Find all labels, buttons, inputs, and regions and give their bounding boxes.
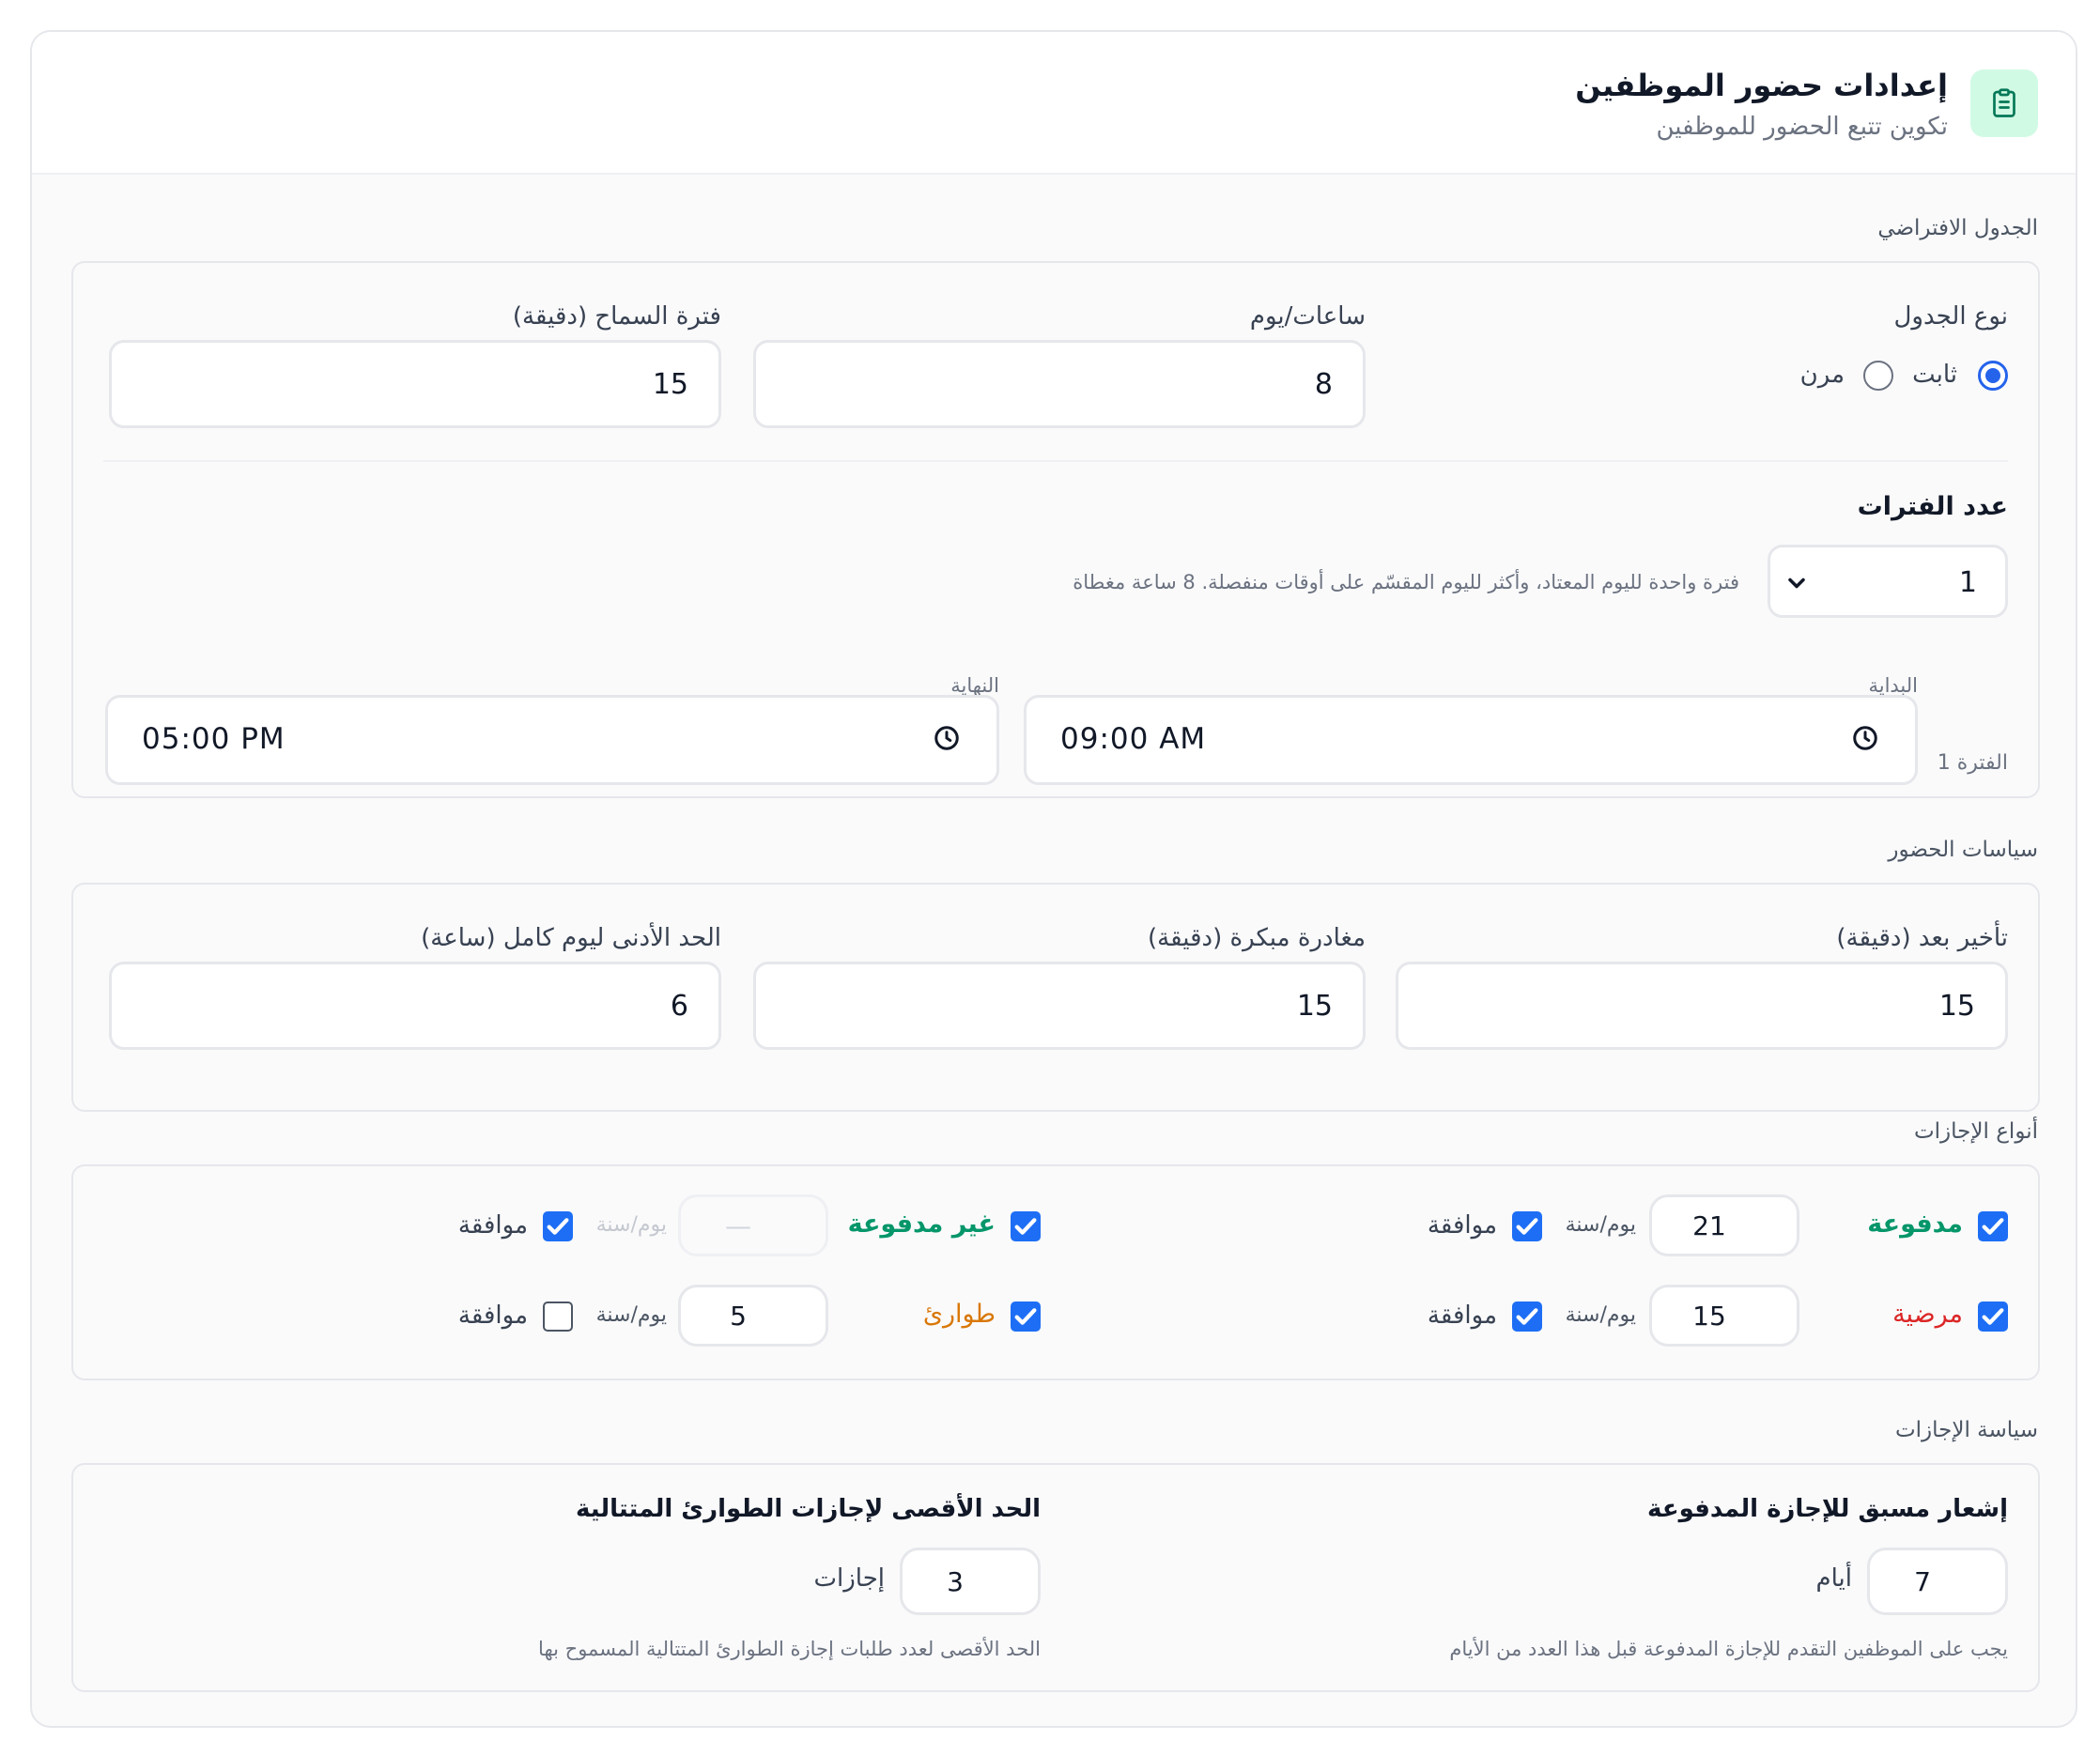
- attendance-policies-panel: تأخير بعد (دقيقة) 15 مغادرة مبكرة (دقيقة…: [71, 883, 2040, 1112]
- attendance-settings-card: إعدادات حضور الموظفين تكوين تتبع الحضور …: [30, 30, 2077, 1728]
- leave-type-unpaid-label: غير مدفوعة: [847, 1209, 996, 1239]
- unpaid-approval-checkbox[interactable]: [543, 1211, 573, 1241]
- max-emergency-input[interactable]: 3: [900, 1548, 1041, 1615]
- radio-fixed-label[interactable]: ثابت: [1912, 361, 1957, 389]
- emergency-enabled-checkbox[interactable]: [1011, 1302, 1041, 1332]
- shifts-count-value: 1: [1958, 566, 1977, 599]
- radio-flexible[interactable]: [1863, 361, 1893, 391]
- late-after-label: تأخير بعد (دقيقة): [1836, 924, 2008, 952]
- max-emergency-unit: إجازات: [813, 1564, 885, 1593]
- clock-icon: [933, 724, 961, 752]
- grace-period-label: فترة السماح (دقيقة): [512, 302, 721, 331]
- emergency-days-input[interactable]: 5: [678, 1285, 828, 1347]
- clock-icon: [1851, 724, 1879, 752]
- max-emergency-hint: الحد الأقصى لعدد طلبات إجازة الطوارئ الم…: [538, 1638, 1041, 1660]
- unpaid-approval-label: موافقة: [457, 1211, 528, 1240]
- sick-unit: يوم/سنة: [1565, 1303, 1636, 1327]
- paid-days-input[interactable]: 21: [1649, 1194, 1799, 1256]
- paid-enabled-checkbox[interactable]: [1978, 1211, 2008, 1241]
- section-title-leave-policy: سياسة الإجازات: [1894, 1418, 2038, 1442]
- advance-notice-hint: يجب على الموظفين التقدم للإجازة المدفوعة…: [1449, 1638, 2008, 1660]
- min-full-day-input[interactable]: 6: [109, 962, 721, 1050]
- paid-approval-checkbox[interactable]: [1512, 1211, 1542, 1241]
- section-title-attendance-policies: سياسات الحضور: [1888, 838, 2038, 862]
- shift-1-label: الفترة 1: [1937, 751, 2008, 775]
- default-schedule-panel: نوع الجدول ثابت مرن ساعات/يوم 8 فترة الس…: [71, 261, 2040, 798]
- shifts-count-label: عدد الفترات: [1857, 492, 2008, 521]
- paid-unit: يوم/سنة: [1565, 1213, 1636, 1237]
- section-title-leave-types: أنواع الإجازات: [1914, 1119, 2038, 1144]
- emergency-approval-label: موافقة: [457, 1302, 528, 1330]
- page-subtitle: تكوين تتبع الحضور للموظفين: [1656, 113, 1948, 141]
- sick-approval-label: موافقة: [1427, 1302, 1497, 1330]
- paid-approval-label: موافقة: [1427, 1211, 1497, 1240]
- unpaid-enabled-checkbox[interactable]: [1011, 1211, 1041, 1241]
- radio-fixed[interactable]: [1978, 361, 2008, 391]
- divider: [103, 460, 2008, 462]
- shifts-count-select[interactable]: 1: [1768, 545, 2008, 618]
- advance-notice-input[interactable]: 7: [1867, 1548, 2008, 1615]
- unpaid-unit: يوم/سنة: [595, 1213, 667, 1237]
- hours-per-day-input[interactable]: 8: [753, 340, 1366, 428]
- unpaid-days-input[interactable]: —: [678, 1194, 828, 1256]
- sick-approval-checkbox[interactable]: [1512, 1302, 1542, 1332]
- start-time-input[interactable]: 09:00 AM: [1024, 695, 1918, 785]
- clipboard-list-icon: [1970, 69, 2038, 137]
- chevron-down-icon: [1783, 570, 1810, 604]
- start-label: البداية: [1868, 674, 1918, 697]
- section-title-default-schedule: الجدول الافتراضي: [1877, 216, 2038, 240]
- grace-period-input[interactable]: 15: [109, 340, 721, 428]
- end-label: النهاية: [950, 674, 999, 697]
- leave-type-paid-label: مدفوعة: [1867, 1209, 1963, 1239]
- leave-types-panel: مدفوعة 21 يوم/سنة موافقة غير مدفوعة — يو…: [71, 1164, 2040, 1380]
- early-leave-input[interactable]: 15: [753, 962, 1366, 1050]
- start-time-value: 09:00 AM: [1060, 722, 1207, 756]
- leave-type-emergency-label: طوارئ: [922, 1300, 996, 1329]
- late-after-input[interactable]: 15: [1396, 962, 2008, 1050]
- min-full-day-label: الحد الأدنى ليوم كامل (ساعة): [421, 924, 721, 952]
- leave-policy-panel: إشعار مسبق للإجازة المدفوعة 7 أيام يجب ع…: [71, 1463, 2040, 1692]
- sick-enabled-checkbox[interactable]: [1978, 1302, 2008, 1332]
- end-time-value: 05:00 PM: [142, 722, 286, 756]
- card-header: إعدادات حضور الموظفين تكوين تتبع الحضور …: [32, 32, 2076, 175]
- schedule-type-label: نوع الجدول: [1893, 302, 2008, 331]
- max-emergency-label: الحد الأقصى لإجازات الطوارئ المتتالية: [576, 1495, 1041, 1523]
- early-leave-label: مغادرة مبكرة (دقيقة): [1147, 924, 1366, 952]
- emergency-unit: يوم/سنة: [595, 1303, 667, 1327]
- page-title: إعدادات حضور الموظفين: [1575, 68, 1948, 103]
- hours-per-day-label: ساعات/يوم: [1249, 302, 1366, 331]
- end-time-input[interactable]: 05:00 PM: [105, 695, 999, 785]
- radio-flexible-label[interactable]: مرن: [1800, 361, 1845, 389]
- advance-notice-unit: أيام: [1815, 1564, 1852, 1593]
- advance-notice-label: إشعار مسبق للإجازة المدفوعة: [1647, 1495, 2008, 1523]
- leave-type-sick-label: مرضية: [1892, 1300, 1963, 1329]
- sick-days-input[interactable]: 15: [1649, 1285, 1799, 1347]
- shifts-hint: فترة واحدة لليوم المعتاد، وأكثر لليوم ال…: [1073, 571, 1739, 593]
- emergency-approval-checkbox[interactable]: [543, 1302, 573, 1332]
